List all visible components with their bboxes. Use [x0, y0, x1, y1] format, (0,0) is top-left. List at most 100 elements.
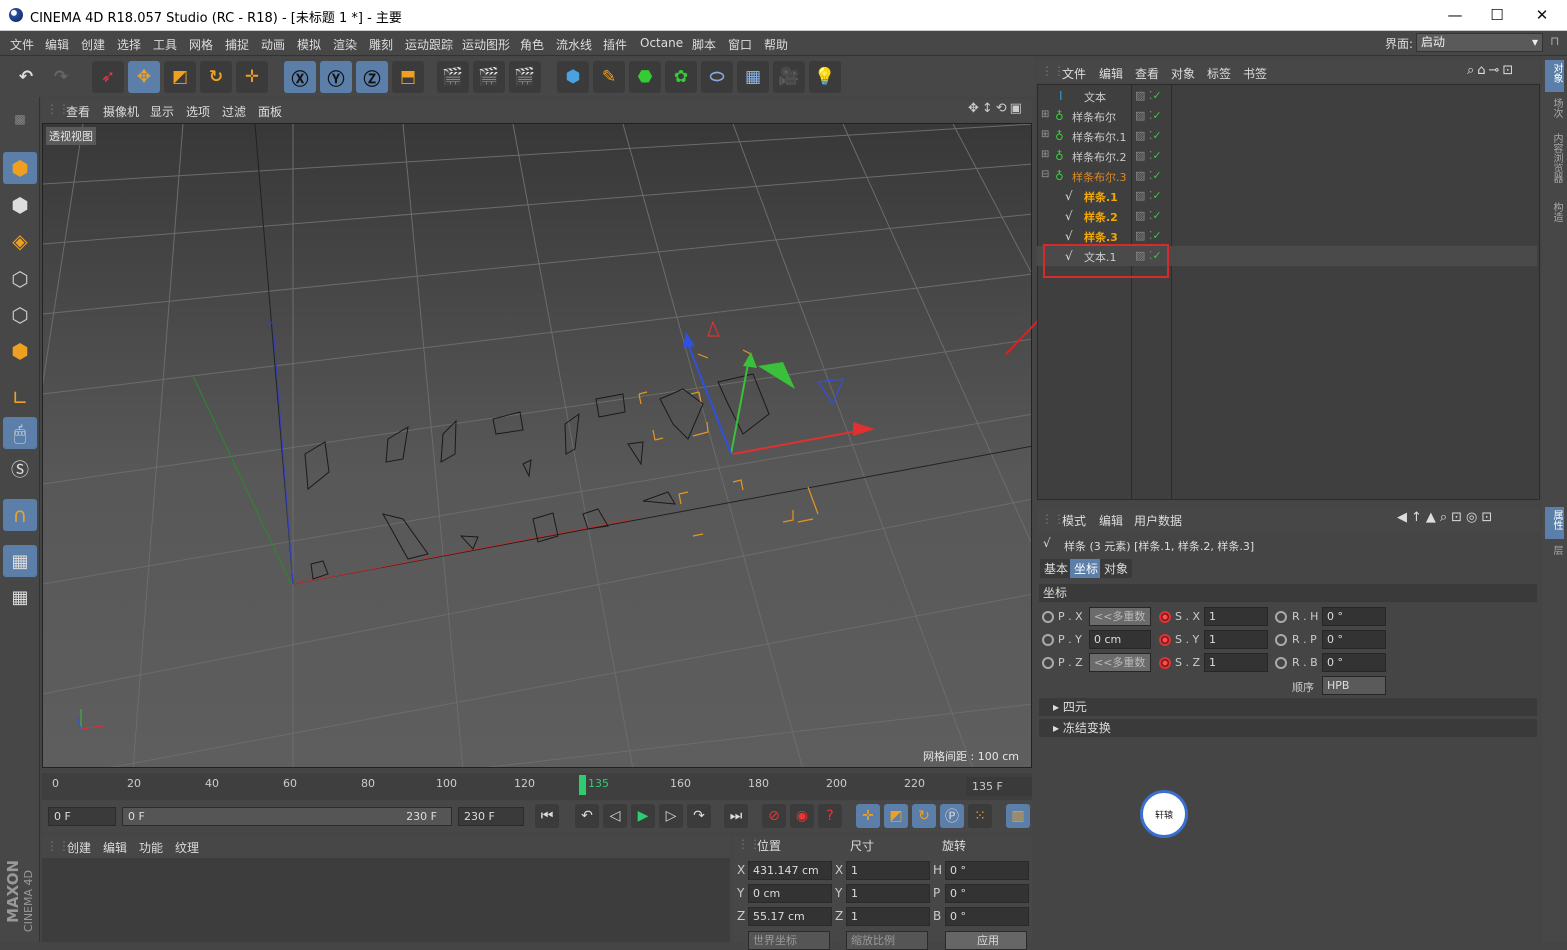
- s-y-field[interactable]: 1: [1204, 630, 1268, 649]
- render-view-button[interactable]: 🎬: [437, 61, 469, 93]
- attribute-menu-user-data[interactable]: 用户数据: [1134, 512, 1182, 529]
- pos-y-field[interactable]: 0 cm: [748, 884, 832, 903]
- coordinate-mode-select[interactable]: 世界坐标: [748, 931, 830, 950]
- visibility-dots-icon[interactable]: ▨ ⁚✓: [1135, 189, 1162, 202]
- model-mode-button[interactable]: ⬢: [3, 152, 37, 184]
- rotation-order-select[interactable]: HPB: [1322, 676, 1386, 695]
- apply-button[interactable]: 应用: [945, 931, 1027, 950]
- move-tool-button[interactable]: ✥: [128, 61, 160, 93]
- tab-takes-vertical[interactable]: 场次: [1545, 95, 1564, 127]
- tree-row[interactable]: ⊞ ♁ 样条布尔.2 ▨ ⁚✓: [1037, 146, 1537, 166]
- tab-objects-vertical[interactable]: 对象: [1545, 60, 1564, 92]
- timeline-ruler[interactable]: 0 20 40 60 80 100 120 160 180 200 220 13…: [42, 773, 1032, 800]
- key-scale-button[interactable]: ◩: [884, 804, 908, 828]
- make-editable-button[interactable]: ▩: [3, 103, 37, 135]
- workplane-align-button[interactable]: ▦: [3, 581, 37, 613]
- menu-render[interactable]: 渲染: [333, 36, 357, 53]
- s-z-field[interactable]: 1: [1204, 653, 1268, 672]
- viewport-nav-icons[interactable]: ✥↕⟲▣: [968, 101, 1025, 116]
- material-menu-texture[interactable]: 纹理: [175, 839, 199, 856]
- key-parameter-button[interactable]: Ⓟ: [940, 804, 964, 828]
- p-y-animate-radio[interactable]: [1042, 634, 1054, 646]
- menu-octane[interactable]: Octane: [640, 36, 683, 50]
- coordinate-system-button[interactable]: ⬒: [392, 61, 424, 93]
- object-menu-view[interactable]: 查看: [1135, 65, 1159, 82]
- interface-select[interactable]: 启动: [1416, 33, 1543, 52]
- menu-motion-tracking[interactable]: 运动跟踪: [405, 36, 453, 53]
- s-x-field[interactable]: 1: [1204, 607, 1268, 626]
- pin-icon[interactable]: ⊓: [1550, 34, 1559, 48]
- undo-button[interactable]: ↶: [10, 61, 42, 93]
- points-mode-button[interactable]: ⬡: [3, 263, 37, 295]
- menu-animate[interactable]: 动画: [261, 36, 285, 53]
- menu-create[interactable]: 创建: [81, 36, 105, 53]
- expand-icon[interactable]: ⊞: [1041, 149, 1049, 160]
- object-menu-tags[interactable]: 标签: [1207, 65, 1231, 82]
- menu-help[interactable]: 帮助: [764, 36, 788, 53]
- material-menu-create[interactable]: 创建: [67, 839, 91, 856]
- attribute-menu-edit[interactable]: 编辑: [1099, 512, 1123, 529]
- menu-edit[interactable]: 编辑: [45, 36, 69, 53]
- viewport-menu-display[interactable]: 显示: [150, 103, 174, 120]
- menu-character[interactable]: 角色: [520, 36, 544, 53]
- subdivision-button[interactable]: ⬣: [629, 61, 661, 93]
- menu-select[interactable]: 选择: [117, 36, 141, 53]
- material-list-area[interactable]: [42, 858, 730, 942]
- timeline-window-button[interactable]: ▥: [1006, 804, 1030, 828]
- end-frame-field[interactable]: 230 F: [458, 807, 524, 826]
- workplane-mode-button[interactable]: ◈: [3, 225, 37, 257]
- menu-snap[interactable]: 捕捉: [225, 36, 249, 53]
- s-x-animate-radio[interactable]: [1159, 611, 1171, 623]
- visibility-dots-icon[interactable]: ▨ ⁚✓: [1135, 169, 1162, 182]
- object-manager-nav-icons[interactable]: ⌕⌂⊸⊡: [1467, 63, 1516, 78]
- render-to-picture-viewer-button[interactable]: 🎬: [473, 61, 505, 93]
- next-key-button[interactable]: ↷: [687, 804, 711, 828]
- object-menu-edit[interactable]: 编辑: [1099, 65, 1123, 82]
- tree-row[interactable]: √ 样条.2 ▨ ⁚✓: [1037, 206, 1537, 226]
- menu-window[interactable]: 窗口: [728, 36, 752, 53]
- tab-object[interactable]: 对象: [1100, 559, 1133, 578]
- material-menu-edit[interactable]: 编辑: [103, 839, 127, 856]
- p-z-field[interactable]: <<多重数: [1089, 653, 1151, 672]
- p-x-field[interactable]: <<多重数: [1089, 607, 1151, 626]
- attribute-menu-mode[interactable]: 模式: [1062, 512, 1086, 529]
- viewport-menu-filter[interactable]: 过滤: [222, 103, 246, 120]
- tab-basic[interactable]: 基本: [1040, 559, 1073, 578]
- play-button[interactable]: ▶: [631, 804, 655, 828]
- current-frame-field[interactable]: 135 F: [966, 777, 1032, 796]
- p-x-animate-radio[interactable]: [1042, 611, 1054, 623]
- close-button[interactable]: ✕: [1522, 3, 1562, 27]
- r-p-field[interactable]: 0 °: [1322, 630, 1386, 649]
- p-y-field[interactable]: 0 cm: [1089, 630, 1151, 649]
- tab-content-browser-vertical[interactable]: 内容浏览器: [1545, 130, 1564, 196]
- object-menu-bookmarks[interactable]: 书签: [1243, 65, 1267, 82]
- go-to-end-button[interactable]: ⏭: [724, 804, 748, 828]
- menu-tools[interactable]: 工具: [153, 36, 177, 53]
- expand-icon[interactable]: ⊞: [1041, 129, 1049, 140]
- render-settings-button[interactable]: 🎬: [509, 61, 541, 93]
- r-p-animate-radio[interactable]: [1275, 634, 1287, 646]
- camera-button[interactable]: 🎥: [773, 61, 805, 93]
- size-z-field[interactable]: 1: [846, 907, 930, 926]
- visibility-dots-icon[interactable]: ▨ ⁚✓: [1135, 229, 1162, 242]
- rotate-tool-button[interactable]: ↻: [200, 61, 232, 93]
- snap-button[interactable]: Ⓢ: [3, 453, 37, 485]
- key-rotation-button[interactable]: ↻: [912, 804, 936, 828]
- texture-mode-button[interactable]: ⬢: [3, 189, 37, 221]
- tree-row[interactable]: I 文本 ▨ ⁚✓: [1037, 86, 1537, 106]
- keyframe-selection-button[interactable]: ?: [818, 804, 842, 828]
- x-axis-button[interactable]: Ⓧ: [284, 61, 316, 93]
- next-frame-button[interactable]: ▷: [659, 804, 683, 828]
- menu-plugins[interactable]: 插件: [603, 36, 627, 53]
- pos-z-field[interactable]: 55.17 cm: [748, 907, 832, 926]
- scale-tool-button[interactable]: ◩: [164, 61, 196, 93]
- magnet-button[interactable]: ∩: [3, 499, 37, 531]
- z-axis-button[interactable]: Ⓩ: [356, 61, 388, 93]
- tree-row[interactable]: √ 样条.1 ▨ ⁚✓: [1037, 186, 1537, 206]
- expand-icon[interactable]: ⊞: [1041, 109, 1049, 120]
- menu-script[interactable]: 脚本: [692, 36, 716, 53]
- minimize-button[interactable]: —: [1435, 3, 1475, 27]
- menu-mograph[interactable]: 运动图形: [462, 36, 510, 53]
- tab-attributes-vertical[interactable]: 属性: [1545, 507, 1564, 539]
- quaternion-section-toggle[interactable]: ▸ 四元: [1039, 698, 1537, 716]
